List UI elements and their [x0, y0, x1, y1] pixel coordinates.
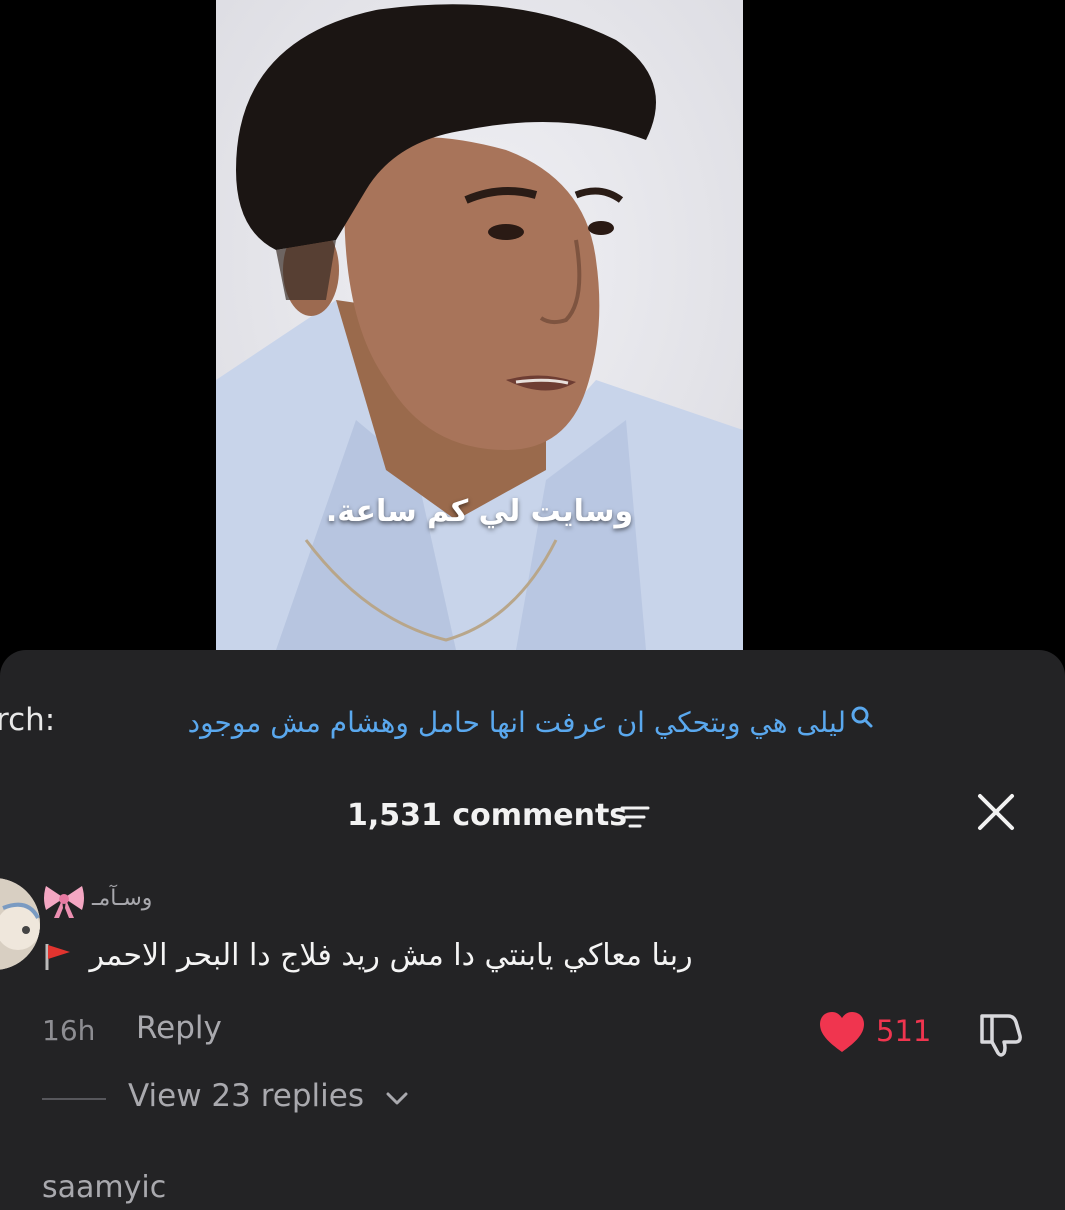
sort-lines-icon[interactable]	[620, 804, 650, 830]
video-frame-image	[216, 0, 743, 650]
avatar-image	[0, 878, 40, 970]
dislike-icon[interactable]	[974, 1010, 1026, 1058]
comment-text: ربنا معاكي يابنتي دا مش ريد فلاج دا البح…	[89, 938, 693, 973]
comments-sheet: rch: ليلى هي وبتحكي ان عرفت انها حامل وه…	[0, 650, 1065, 1210]
video-player[interactable]: وسايت لي كم ساعة.	[216, 0, 743, 650]
like-count: 511	[876, 1014, 932, 1048]
reply-button[interactable]: Reply	[136, 1010, 222, 1046]
search-icon	[851, 706, 873, 728]
view-replies-row[interactable]: View 23 replies	[0, 1078, 1065, 1122]
close-icon[interactable]	[974, 790, 1018, 834]
search-query-link[interactable]: ليلى هي وبتحكي ان عرفت انها حامل وهشام م…	[78, 706, 846, 739]
ribbon-bow-icon	[44, 886, 84, 918]
related-search-banner[interactable]: rch: ليلى هي وبتحكي ان عرفت انها حامل وه…	[0, 698, 1065, 748]
view-replies-button[interactable]: View 23 replies	[128, 1078, 364, 1114]
comments-count: 1,531 comments	[347, 798, 628, 833]
comment-timestamp: 16h	[42, 1014, 96, 1047]
search-prefix-label: rch:	[0, 702, 56, 738]
video-caption: وسايت لي كم ساعة.	[325, 494, 634, 529]
chevron-down-icon	[386, 1092, 408, 1105]
comment-actions: 16h Reply 511	[0, 1010, 1065, 1057]
avatar[interactable]	[0, 878, 40, 970]
heart-icon[interactable]	[818, 1010, 866, 1054]
comments-header: 1,531 comments	[0, 794, 1065, 840]
replies-divider	[42, 1098, 106, 1100]
comment-username: وسـآمـ	[92, 886, 153, 911]
red-flag-icon	[45, 943, 70, 970]
comment-body: ربنا معاكي يابنتي دا مش ريد فلاج دا البح…	[42, 938, 832, 973]
